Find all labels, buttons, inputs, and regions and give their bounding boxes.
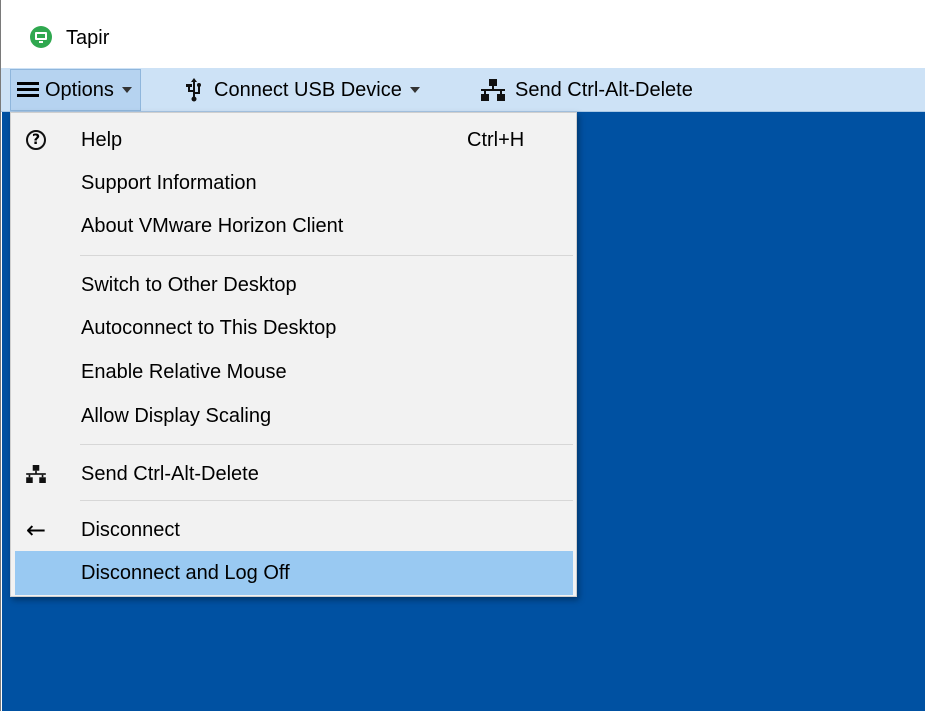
- usb-icon: [186, 78, 201, 102]
- send-ctrl-alt-delete-button[interactable]: Send Ctrl-Alt-Delete: [481, 68, 693, 112]
- hamburger-icon: [17, 82, 39, 98]
- toolbar: Options Connect USB Device Send Ctrl-Alt…: [1, 68, 925, 112]
- menu-item-display-scaling[interactable]: Allow Display Scaling: [15, 394, 573, 438]
- window-title: Tapir: [66, 27, 110, 49]
- app-icon: [30, 26, 52, 48]
- options-dropdown-menu: ? Help Ctrl+H Support Information About …: [10, 112, 577, 597]
- menu-separator: [80, 444, 573, 445]
- options-menu-button[interactable]: Options: [10, 69, 141, 111]
- menu-item-shortcut: Ctrl+H: [467, 128, 525, 151]
- usb-label: Connect USB Device: [214, 78, 402, 101]
- menu-item-label: Switch to Other Desktop: [81, 273, 297, 296]
- menu-item-label: Autoconnect to This Desktop: [81, 316, 337, 339]
- menu-item-label: About VMware Horizon Client: [81, 214, 344, 237]
- title-bar: Tapir: [1, 0, 925, 68]
- network-icon: [23, 461, 49, 487]
- menu-item-about[interactable]: About VMware Horizon Client: [15, 204, 573, 248]
- chevron-down-icon: [121, 87, 132, 93]
- menu-item-autoconnect[interactable]: Autoconnect to This Desktop: [15, 306, 573, 350]
- menu-item-disconnect[interactable]: ← Disconnect: [15, 508, 573, 552]
- arrow-left-icon: ←: [25, 516, 47, 544]
- menu-item-label: Help: [81, 128, 123, 151]
- menu-item-switch-desktop[interactable]: Switch to Other Desktop: [15, 263, 573, 307]
- menu-item-label: Send Ctrl-Alt-Delete: [81, 462, 259, 485]
- menu-item-support-information[interactable]: Support Information: [15, 161, 573, 205]
- help-circle-icon: ?: [23, 127, 49, 153]
- menu-item-relative-mouse[interactable]: Enable Relative Mouse: [15, 350, 573, 394]
- menu-item-send-ctrl-alt-delete[interactable]: Send Ctrl-Alt-Delete: [15, 452, 573, 496]
- chevron-down-icon: [409, 87, 420, 93]
- network-icon: [481, 79, 505, 101]
- menu-item-help[interactable]: ? Help Ctrl+H: [15, 118, 573, 162]
- menu-item-label: Disconnect and Log Off: [81, 561, 290, 584]
- menu-item-label: Disconnect: [81, 518, 180, 541]
- cad-label: Send Ctrl-Alt-Delete: [515, 78, 693, 101]
- menu-item-disconnect-log-off[interactable]: Disconnect and Log Off: [15, 551, 573, 595]
- menu-separator: [80, 500, 573, 501]
- options-label: Options: [45, 78, 114, 101]
- menu-item-label: Allow Display Scaling: [81, 404, 272, 427]
- menu-item-label: Support Information: [81, 171, 257, 194]
- menu-item-label: Enable Relative Mouse: [81, 360, 287, 383]
- connect-usb-button[interactable]: Connect USB Device: [186, 68, 420, 112]
- app-window: Tapir Options Connect USB Device Send Ct…: [0, 0, 925, 711]
- menu-separator: [80, 255, 573, 256]
